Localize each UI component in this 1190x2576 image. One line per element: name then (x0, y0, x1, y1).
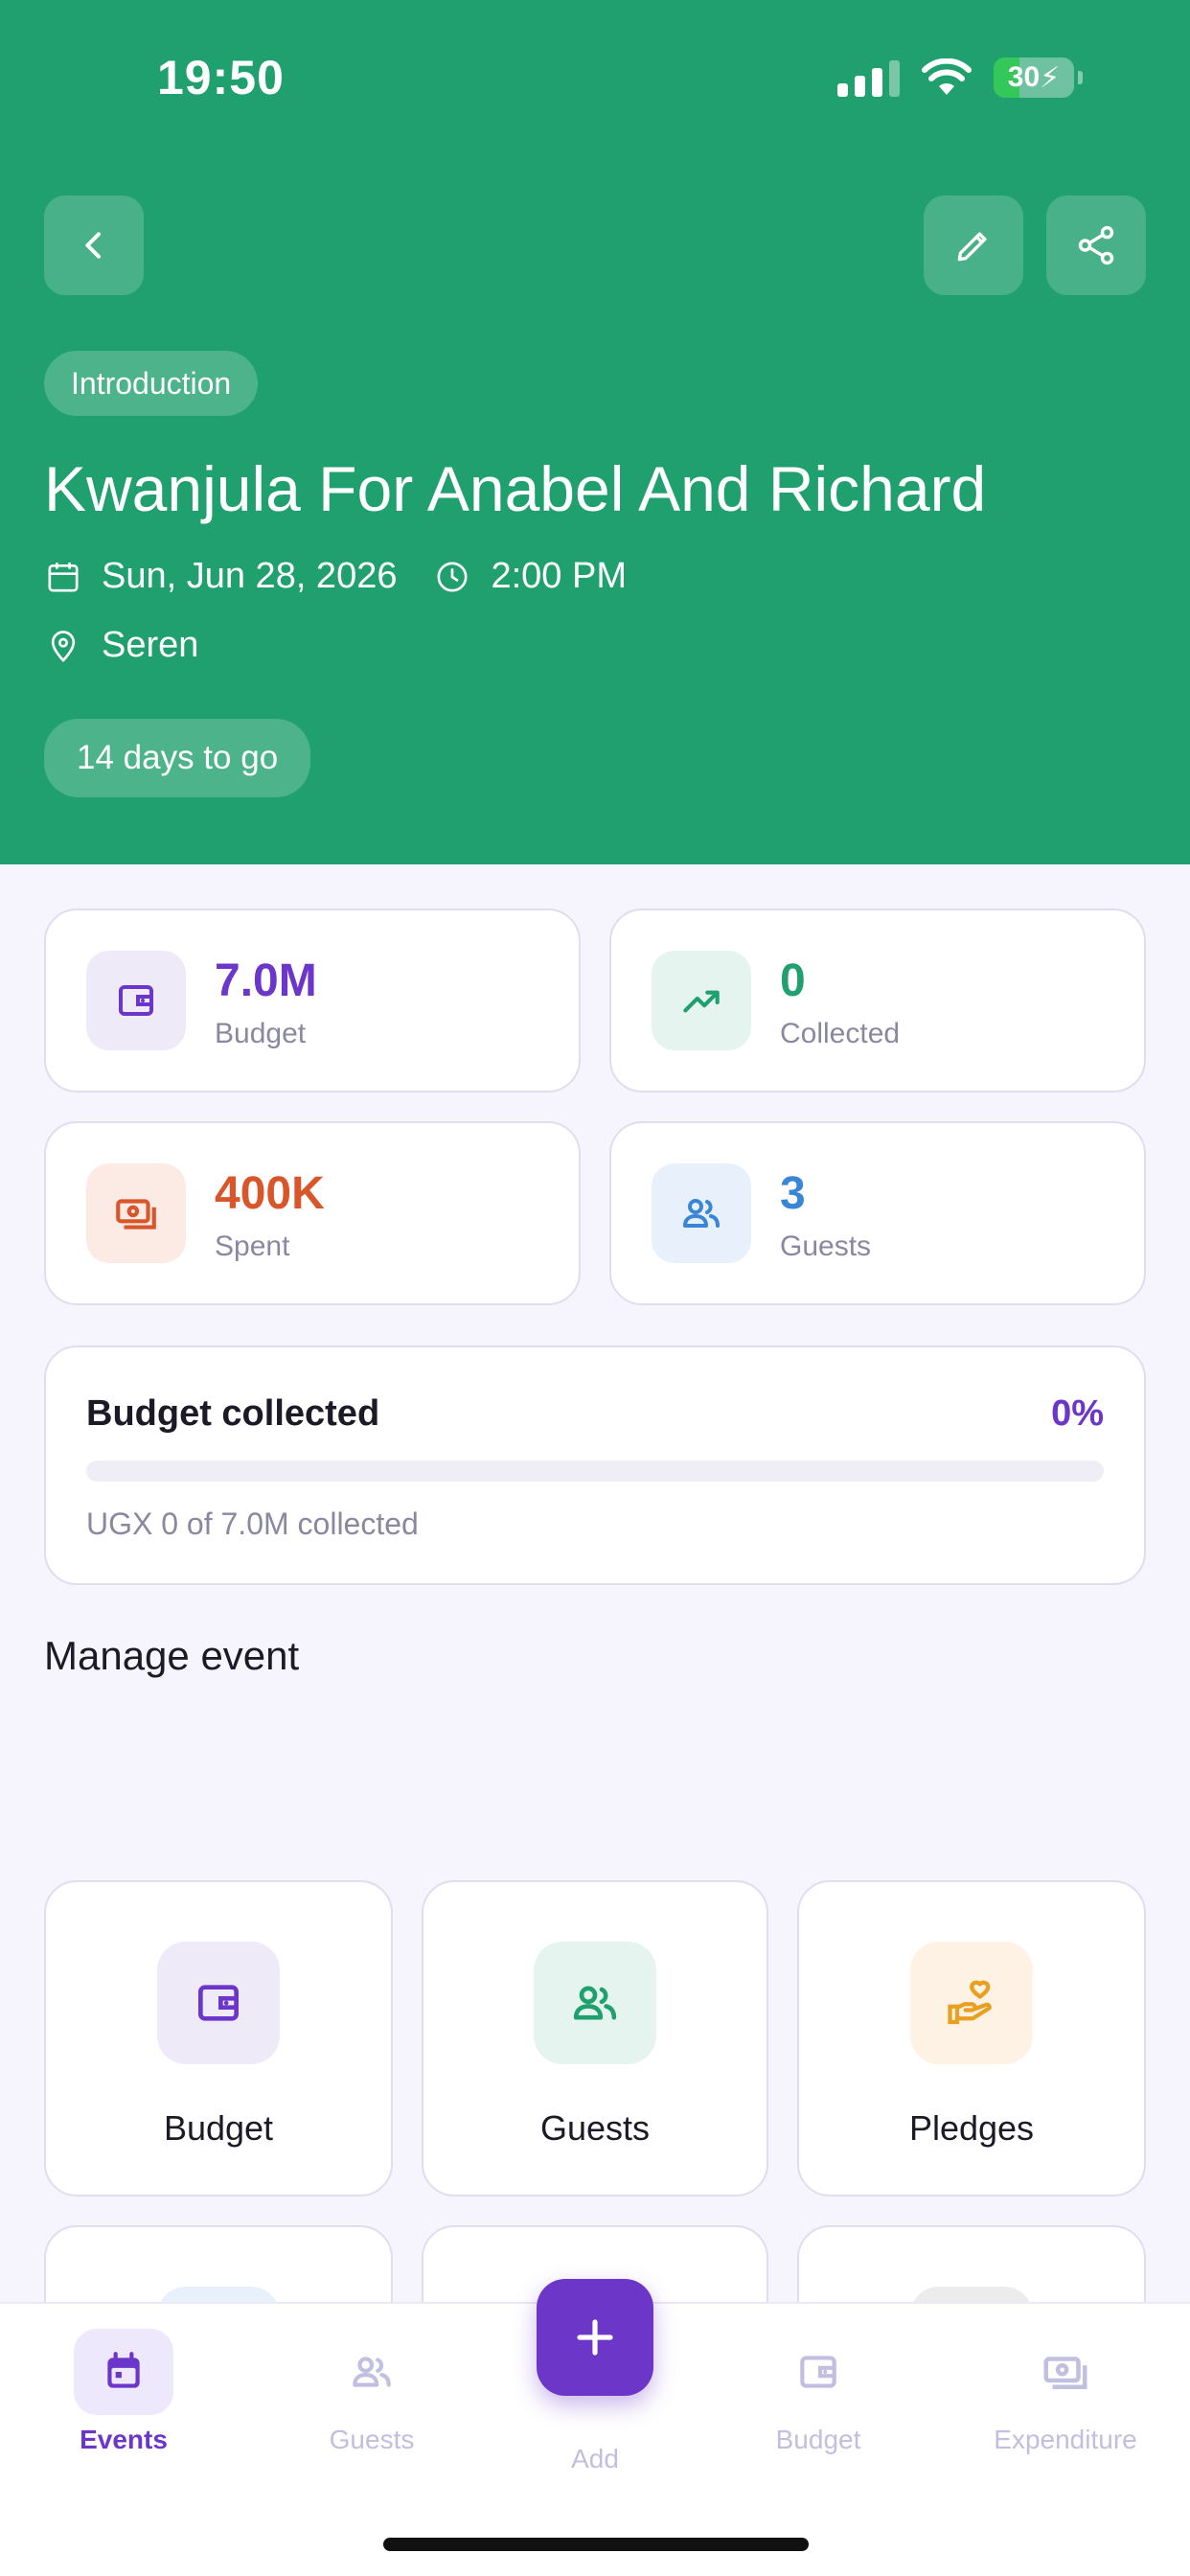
tab-events[interactable]: Events (18, 2329, 229, 2455)
collected-label: Collected (780, 1018, 901, 1049)
guests-label: Guests (780, 1230, 872, 1262)
tab-budget[interactable]: Budget (713, 2329, 924, 2455)
share-icon (1078, 225, 1114, 265)
stat-card-collected[interactable]: 0 Collected (609, 908, 1146, 1092)
trending-up-icon (652, 951, 751, 1050)
event-title: Kwanjula For Anabel And Richard (44, 453, 987, 524)
stat-card-budget[interactable]: 7.0M Budget (44, 908, 581, 1092)
people-icon (652, 1163, 751, 1263)
progress-caption: UGX 0 of 7.0M collected (86, 1506, 419, 1541)
wallet-icon (768, 2329, 868, 2415)
edit-button[interactable] (924, 196, 1023, 295)
calendar-icon (74, 2329, 173, 2415)
event-location-text: Seren (102, 625, 199, 665)
spent-value: 400K (215, 1168, 325, 1219)
tab-expenditure[interactable]: Expenditure (960, 2329, 1171, 2455)
manage-tile-guests[interactable]: Guests (422, 1880, 768, 2196)
add-label: Add (571, 2444, 619, 2473)
progress-title: Budget collected (86, 1393, 380, 1434)
tile-label-guests: Guests (539, 2108, 651, 2148)
battery-icon: 30 ⚡ (994, 58, 1074, 98)
stat-card-spent[interactable]: 400K Spent (44, 1121, 581, 1305)
hand-heart-icon (910, 1942, 1033, 2064)
wallet-icon (157, 1942, 280, 2064)
wifi-icon (922, 58, 972, 95)
collected-value: 0 (780, 955, 806, 1006)
budget-label: Budget (215, 1018, 307, 1049)
clock-icon (437, 562, 468, 591)
tab-label-events: Events (80, 2425, 168, 2454)
tab-guests[interactable]: Guests (266, 2329, 477, 2455)
location-pin-icon (51, 630, 76, 662)
plus-icon (577, 2319, 613, 2356)
cash-icon (86, 1163, 186, 1263)
event-date: Sun, Jun 28, 2026 (102, 556, 398, 596)
stat-card-guests[interactable]: 3 Guests (609, 1121, 1146, 1305)
status-time: 19:50 (157, 51, 285, 104)
event-header: 19:50 30 ⚡ Introduction Kwanjula For Anab… (0, 0, 1190, 864)
progress-percent: 0% (1051, 1393, 1104, 1434)
spent-label: Spent (215, 1230, 290, 1262)
countdown-chip: 14 days to go (44, 719, 311, 797)
wallet-icon (86, 951, 186, 1050)
manage-tile-budget[interactable]: Budget (44, 1880, 393, 2196)
cash-icon (1016, 2329, 1115, 2415)
event-time: 2:00 PM (491, 556, 628, 596)
people-icon (534, 1942, 656, 2064)
tab-label-guests: Guests (329, 2425, 415, 2454)
tab-label-expenditure: Expenditure (994, 2425, 1137, 2454)
pencil-icon (957, 232, 987, 262)
add-button[interactable] (537, 2279, 653, 2396)
event-datetime: Sun, Jun 28, 2026 2:00 PM (44, 556, 627, 597)
tile-label-budget: Budget (163, 2108, 274, 2148)
event-location: Seren (44, 625, 198, 666)
signal-icon (837, 58, 900, 97)
status-icons: 30 ⚡ (837, 58, 1083, 98)
manage-tile-pledges[interactable]: Pledges (797, 1880, 1146, 2196)
chevron-left-icon (85, 232, 101, 259)
category-chip: Introduction (44, 351, 259, 416)
budget-value: 7.0M (215, 955, 317, 1006)
share-button[interactable] (1046, 196, 1146, 295)
people-icon (322, 2329, 422, 2415)
tab-label-budget: Budget (775, 2425, 861, 2454)
budget-collected-card: Budget collected 0% UGX 0 of 7.0M collec… (44, 1346, 1146, 1585)
tile-label-pledges: Pledges (908, 2108, 1035, 2148)
manage-event-title: Manage event (44, 1633, 300, 1678)
back-button[interactable] (44, 196, 144, 295)
progress-bar (86, 1460, 1104, 1482)
home-indicator (383, 2538, 809, 2551)
guests-value: 3 (780, 1168, 806, 1219)
calendar-icon (48, 562, 79, 591)
